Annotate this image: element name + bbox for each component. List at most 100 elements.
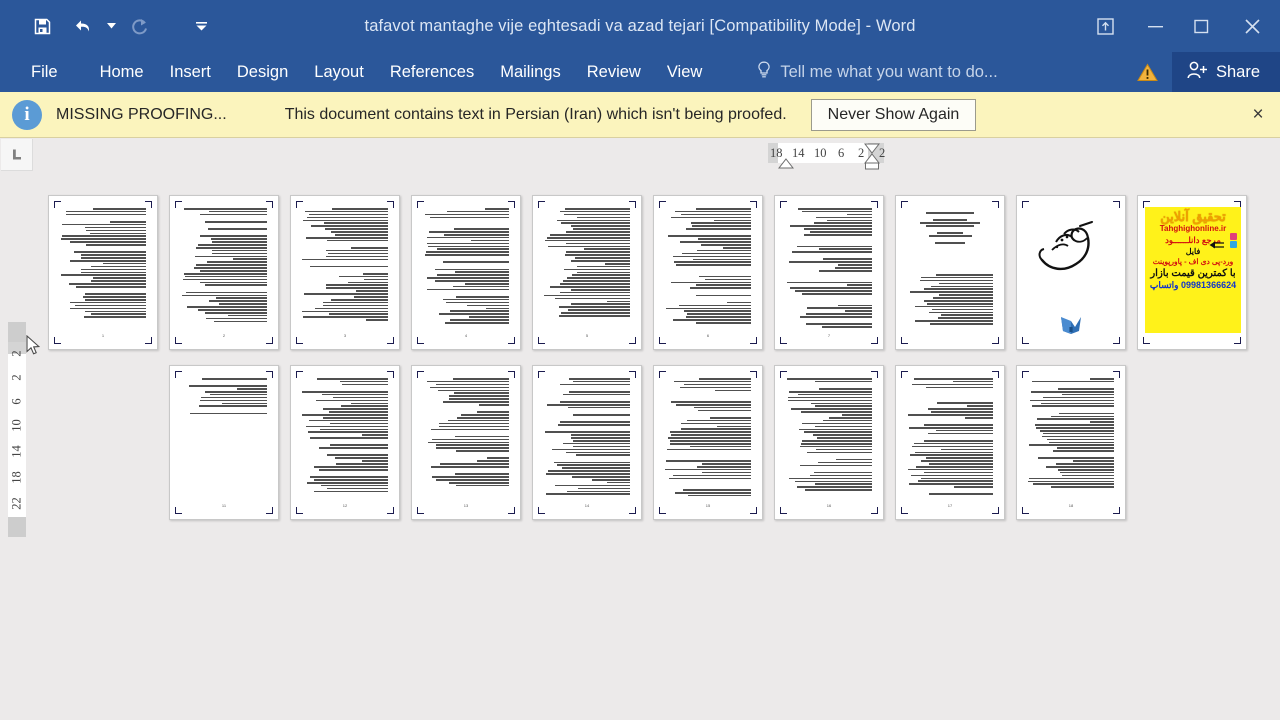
- page-text-line: [1037, 457, 1114, 459]
- page-text-line: [565, 231, 630, 233]
- page-text-line: [336, 463, 388, 465]
- page-text-line: [323, 304, 388, 307]
- page-text-body: [907, 378, 993, 495]
- maximize-button[interactable]: [1178, 0, 1224, 52]
- page-number-footer: 1: [101, 333, 105, 338]
- page-thumbnail[interactable]: 7: [774, 195, 884, 350]
- right-indent-marker-icon[interactable]: [864, 142, 880, 170]
- page-text-line: [321, 393, 388, 396]
- ruler-row: 18 14 10 6 2 2: [0, 138, 1280, 172]
- page-text-line: [680, 241, 751, 243]
- page-text-line: [447, 210, 509, 213]
- share-button[interactable]: Share: [1171, 52, 1280, 92]
- page-thumbnail[interactable]: 2: [169, 195, 279, 350]
- page-text-line: [436, 274, 509, 276]
- page-text-line: [556, 464, 630, 467]
- page-text-line: [939, 294, 993, 296]
- tab-insert[interactable]: Insert: [157, 52, 224, 92]
- page-text-line: [92, 277, 146, 279]
- close-button[interactable]: [1224, 0, 1280, 52]
- page-text-line: [670, 442, 751, 445]
- tell-me-search[interactable]: Tell me what you want to do...: [757, 61, 998, 84]
- never-show-again-button[interactable]: Never Show Again: [810, 98, 977, 131]
- page-text-line: [911, 445, 993, 448]
- page-text-body: [907, 274, 993, 325]
- advertisement-page: تحقیق آنلاین Tahghighonline.ir مرجع دانلــ…: [1145, 207, 1241, 333]
- page-text-line: [81, 271, 146, 274]
- page-thumbnail[interactable]: [895, 195, 1005, 350]
- page-text-body: [786, 208, 872, 328]
- page-thumbnail[interactable]: 18: [1016, 365, 1126, 520]
- page-text-line: [89, 232, 146, 235]
- minimize-button[interactable]: [1132, 0, 1178, 52]
- page-text-line: [560, 421, 630, 423]
- page-thumbnail[interactable]: 12: [290, 365, 400, 520]
- page-text-line: [74, 251, 146, 253]
- page-text-line: [1032, 405, 1114, 408]
- customize-qat-icon[interactable]: [192, 9, 210, 43]
- page-thumbnail[interactable]: 16: [774, 365, 884, 520]
- tab-file[interactable]: File: [18, 52, 71, 92]
- page-thumbnail[interactable]: [1016, 195, 1126, 350]
- page-text-line: [449, 395, 509, 397]
- page-thumbnail[interactable]: 13: [411, 365, 521, 520]
- page-thumbnail[interactable]: 11: [169, 365, 279, 520]
- page-text-body: [181, 208, 267, 323]
- undo-dropdown-icon[interactable]: [102, 9, 120, 43]
- ribbon-display-options-icon[interactable]: [1078, 0, 1132, 52]
- page-thumbnail[interactable]: 4: [411, 195, 521, 350]
- page-text-line: [1057, 468, 1114, 471]
- page-text-line: [565, 254, 630, 256]
- page-text-line: [306, 236, 388, 239]
- azad-university-logo-icon: [1017, 315, 1125, 335]
- page-thumbnail[interactable]: 1: [48, 195, 158, 350]
- page-text-line: [454, 435, 509, 438]
- page-text-line: [909, 426, 993, 429]
- page-margin-corner: [992, 201, 999, 208]
- page-thumbnail[interactable]: 17: [895, 365, 1005, 520]
- left-indent-marker-icon[interactable]: [778, 158, 794, 170]
- page-text-line: [801, 293, 872, 295]
- tab-design[interactable]: Design: [224, 52, 301, 92]
- page-text-line: [805, 323, 872, 325]
- message-bar-close-icon[interactable]: ×: [1246, 104, 1270, 126]
- page-number-footer: 13: [463, 503, 469, 508]
- tab-stop-selector[interactable]: [1, 139, 33, 171]
- page-thumbnail-grid[interactable]: 1 2 3 4 5 6 7 تحقیق آنلاین Tahghighonline.ir مرجع…: [0, 172, 1280, 720]
- tab-layout[interactable]: Layout: [301, 52, 377, 92]
- page-text-line: [323, 408, 388, 410]
- page-thumbnail[interactable]: 14: [532, 365, 642, 520]
- page-text-line: [477, 411, 509, 413]
- page-text-line: [805, 489, 872, 491]
- page-margin-corner: [175, 371, 182, 378]
- page-text-line: [331, 298, 388, 301]
- page-text-line: [306, 481, 388, 484]
- tab-home[interactable]: Home: [87, 52, 157, 92]
- page-text-line: [449, 398, 509, 400]
- page-text-line: [432, 476, 509, 478]
- page-text-line: [210, 238, 267, 240]
- page-text-line: [427, 288, 509, 291]
- warning-icon[interactable]: [1123, 63, 1172, 82]
- page-thumbnail[interactable]: 15: [653, 365, 763, 520]
- page-text-line: [1050, 415, 1114, 418]
- page-text-line: [676, 264, 751, 266]
- page-text-line: [555, 297, 630, 300]
- page-text-line: [471, 239, 509, 242]
- save-icon[interactable]: [22, 9, 62, 43]
- page-text-line: [431, 466, 509, 468]
- page-thumbnail[interactable]: 5: [532, 195, 642, 350]
- page-text-line: [818, 388, 872, 390]
- undo-icon[interactable]: [62, 9, 102, 43]
- tab-references[interactable]: References: [377, 52, 487, 92]
- document-workspace[interactable]: 2 2 6 10 14 18 22 1 2 3 4 5 6 7 تحقیق آنلاین Tah…: [0, 172, 1280, 720]
- tab-view[interactable]: View: [654, 52, 715, 92]
- tab-review[interactable]: Review: [574, 52, 654, 92]
- page-thumbnail[interactable]: 3: [290, 195, 400, 350]
- page-thumbnail[interactable]: تحقیق آنلاین Tahghighonline.ir مرجع دانلــ…: [1137, 195, 1247, 350]
- page-text-line: [923, 300, 993, 302]
- page-thumbnail[interactable]: 6: [653, 195, 763, 350]
- page-text-line: [61, 274, 146, 276]
- tab-mailings[interactable]: Mailings: [487, 52, 574, 92]
- page-text-line: [327, 252, 388, 255]
